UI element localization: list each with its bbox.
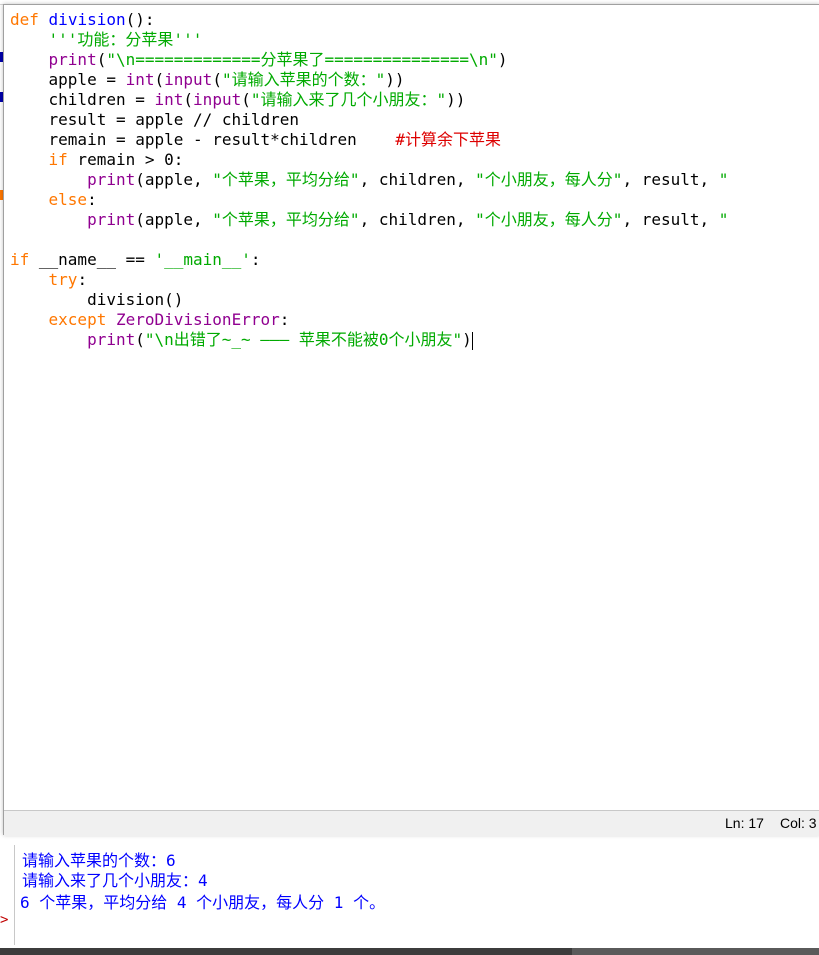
code-editor[interactable]: def division(): '''功能：分苹果''' print("\n==… (4, 5, 819, 810)
editor-window: def division(): '''功能：分苹果''' print("\n==… (3, 4, 819, 836)
code-token: "\n=============分苹果了===============\n" (106, 50, 498, 69)
code-line[interactable]: else: (10, 190, 97, 210)
code-token: '''功能：分苹果''' (48, 30, 203, 49)
code-token: (apple, (135, 210, 213, 229)
code-token: : (250, 250, 261, 269)
text-cursor (471, 331, 473, 350)
code-token: , children, (359, 170, 476, 189)
code-token: division() (10, 290, 184, 309)
code-token: : (77, 270, 88, 289)
code-line[interactable]: '''功能：分苹果''' (10, 30, 203, 50)
code-token: else (48, 190, 88, 209)
code-token: division (48, 10, 126, 29)
code-token: "请输入苹果的个数：" (221, 70, 386, 89)
code-token: ) (462, 330, 472, 349)
code-token: ( (241, 90, 251, 109)
code-token: ( (135, 330, 145, 349)
code-token: " (718, 170, 729, 189)
code-line[interactable]: try: (10, 270, 88, 290)
code-token: )) (446, 90, 466, 109)
code-token: try (48, 270, 78, 289)
code-token: ) (497, 50, 508, 69)
code-token: , result, (622, 170, 719, 189)
code-line[interactable]: except ZeroDivisionError: (10, 310, 290, 330)
code-line[interactable]: remain = apple - result*children #计算余下苹果 (10, 130, 501, 150)
code-token: result = apple // children (10, 110, 299, 129)
code-line[interactable]: print(apple, "个苹果，平均分给", children, "个小朋友… (10, 170, 728, 190)
code-token: : (279, 310, 290, 329)
shell-output-line: 请输入苹果的个数：6 (22, 851, 176, 870)
shell-output[interactable]: 请输入苹果的个数：6 请输入来了几个小朋友：4 6 个苹果，平均分给 4 个小朋… (0, 845, 819, 945)
shell-output-line: 6 个苹果，平均分给 4 个小朋友，每人分 1 个。 (20, 893, 386, 912)
code-token: def (10, 10, 39, 29)
code-token: , children, (359, 210, 476, 229)
code-token: __name__ == (29, 250, 155, 269)
code-line[interactable]: print("\n=============分苹果了==============… (10, 50, 508, 70)
horizontal-scrollbar-thumb[interactable] (572, 948, 819, 955)
code-token: if (48, 150, 68, 169)
code-token: ZeroDivisionError (115, 310, 280, 329)
code-token: #计算余下苹果 (395, 130, 501, 149)
code-token: print (48, 50, 97, 69)
code-token: , result, (622, 210, 719, 229)
code-line[interactable]: def division(): (10, 10, 155, 30)
code-token: ( (183, 90, 194, 109)
code-token: "个苹果，平均分给" (212, 170, 360, 189)
code-token: (apple, (135, 170, 213, 189)
code-token: print (87, 170, 136, 189)
shell-prompt-icon: > (0, 912, 9, 928)
code-token: ( (212, 70, 222, 89)
column-number-indicator: Col: 3 (780, 815, 817, 831)
code-token: : (87, 190, 97, 209)
code-token: "个苹果，平均分给" (212, 210, 360, 229)
code-token: if (10, 250, 30, 269)
code-token: '__main__' (154, 250, 251, 269)
code-line[interactable]: result = apple // children (10, 110, 299, 130)
code-token: except (48, 310, 107, 329)
code-token: remain > 0: (67, 150, 184, 169)
code-token: input (164, 70, 213, 89)
code-token: apple = (10, 70, 126, 89)
code-token: (): (125, 10, 155, 29)
code-token: print (87, 330, 136, 349)
line-number-indicator: Ln: 17 (725, 815, 764, 831)
code-token: " (718, 210, 729, 229)
code-token: "\n出错了~_~ ——— 苹果不能被0个小朋友" (144, 330, 463, 349)
code-token: "请输入来了几个小朋友：" (250, 90, 447, 109)
status-bar: Ln: 17 Col: 3 (4, 810, 819, 836)
code-line[interactable]: print(apple, "个苹果，平均分给", children, "个小朋友… (10, 210, 728, 230)
code-line[interactable]: if remain > 0: (10, 150, 184, 170)
code-token: int (125, 70, 155, 89)
code-token: "个小朋友，每人分" (475, 210, 623, 229)
code-token: ( (96, 50, 107, 69)
code-token: print (87, 210, 136, 229)
code-token: input (193, 90, 242, 109)
shell-output-line: 请输入来了几个小朋友：4 (22, 871, 208, 890)
code-line[interactable]: if __name__ == '__main__': (10, 250, 260, 270)
code-token: remain = apple - result*children (10, 130, 396, 149)
code-token: int (154, 90, 184, 109)
code-token: ( (154, 70, 165, 89)
code-line[interactable]: division() (10, 290, 183, 310)
code-token: )) (385, 70, 405, 89)
code-line[interactable]: children = int(input("请输入来了几个小朋友：")) (10, 90, 466, 110)
code-token: "个小朋友，每人分" (475, 170, 623, 189)
code-token: children = (10, 90, 155, 109)
code-line[interactable]: print("\n出错了~_~ ——— 苹果不能被0个小朋友") (10, 330, 473, 350)
code-line[interactable]: apple = int(input("请输入苹果的个数：")) (10, 70, 405, 90)
